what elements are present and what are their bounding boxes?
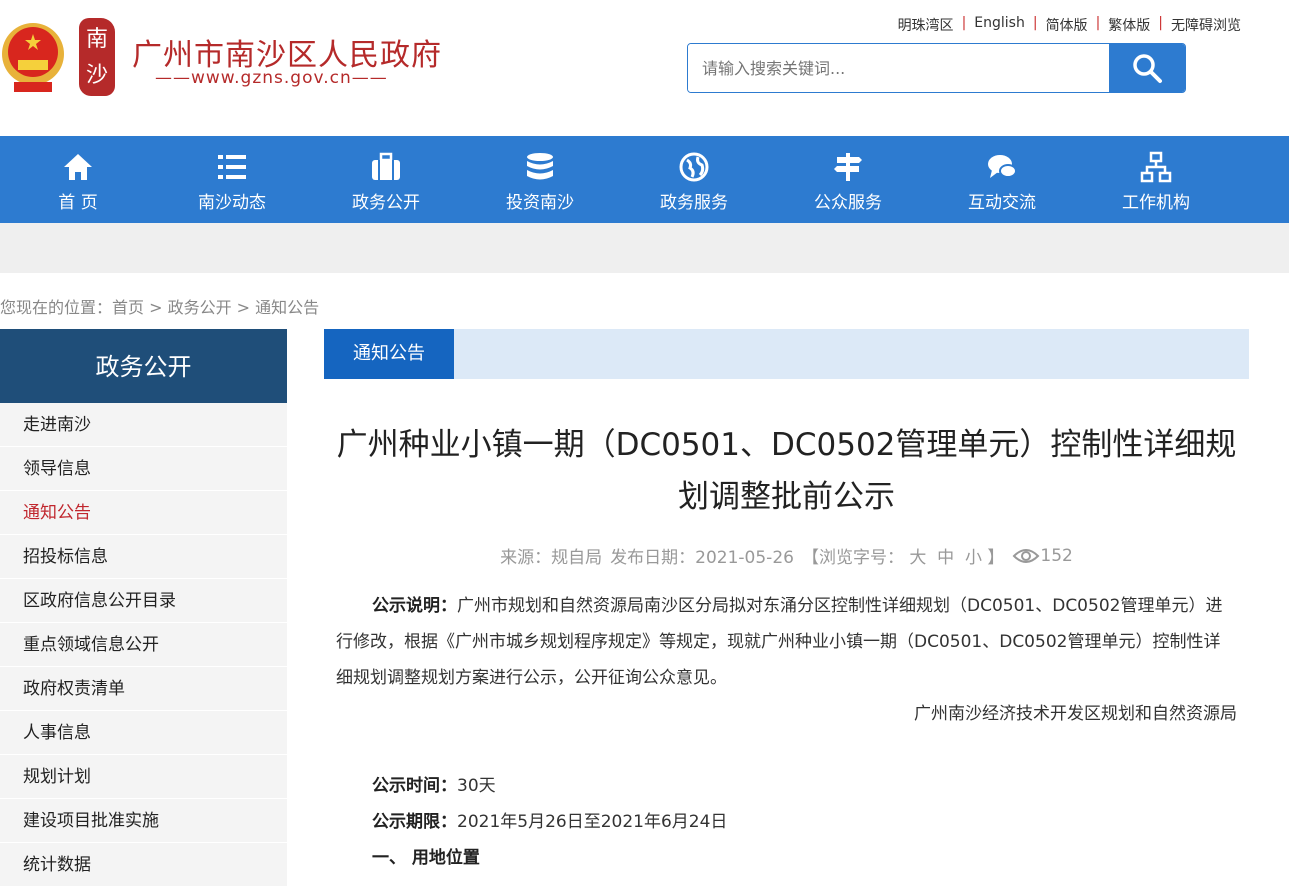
font-large-button[interactable]: 大 [909, 548, 926, 568]
font-small-button[interactable]: 小 [965, 548, 982, 568]
sidebar-item[interactable]: 重点领域信息公开 [0, 623, 287, 667]
tab-notices[interactable]: 通知公告 [324, 329, 454, 379]
nav-label: 工作机构 [1122, 193, 1190, 213]
eye-icon [1012, 548, 1040, 563]
section-heading: 一、 用地位置 [372, 848, 480, 868]
sidebar-item[interactable]: 区政府信息公开目录 [0, 579, 287, 623]
time-value: 30天 [457, 776, 496, 796]
search-box [687, 43, 1186, 93]
nav-item-0[interactable]: 首 页 [1, 136, 155, 223]
nav-label: 南沙动态 [198, 193, 266, 213]
sidebar-item[interactable]: 招投标信息 [0, 535, 287, 579]
sidebar-item[interactable]: 领导信息 [0, 447, 287, 491]
globe-icon [679, 152, 709, 182]
nav-label: 首 页 [58, 193, 98, 213]
link-english[interactable]: English [966, 15, 1033, 35]
nav-item-1[interactable]: 南沙动态 [155, 136, 309, 223]
link-simplified[interactable]: 简体版 [1038, 15, 1096, 35]
breadcrumb: 您现在的位置：首页 > 政务公开 > 通知公告 [0, 298, 320, 317]
desc-label: 公示说明： [372, 596, 457, 616]
nav-item-6[interactable]: 互动交流 [925, 136, 1079, 223]
nav-label: 政务服务 [660, 193, 728, 213]
sidebar-item[interactable]: 政府权责清单 [0, 667, 287, 711]
nav-item-7[interactable]: 工作机构 [1079, 136, 1233, 223]
period-value: 2021年5月26日至2021年6月24日 [457, 812, 728, 832]
link-accessibility[interactable]: 无障碍浏览 [1163, 15, 1249, 35]
sidebar-title: 政务公开 [0, 329, 287, 403]
article: 通知公告 广州种业小镇一期（DC0501、DC0502管理单元）控制性详细规划调… [324, 329, 1249, 876]
description: 广州市规划和自然资源局南沙区分局拟对东涌分区控制性详细规划（DC0501、DC0… [336, 596, 1223, 688]
sidebar-item[interactable]: 规划计划 [0, 755, 287, 799]
header: 南沙 广州市南沙区人民政府 ——www.gzns.gov.cn—— 明珠湾区 | … [0, 0, 1289, 136]
article-title: 广州种业小镇一期（DC0501、DC0502管理单元）控制性详细规划调整批前公示 [336, 427, 1237, 515]
link-traditional[interactable]: 繁体版 [1100, 15, 1158, 35]
section-tab-bar: 通知公告 [324, 329, 1249, 379]
source: 来源：规自局 [500, 548, 603, 568]
sidebar-item[interactable]: 通知公告 [0, 491, 287, 535]
sidebar-item[interactable]: 统计数据 [0, 843, 287, 887]
main-nav: 首 页 南沙动态 政务公开 投资南沙 政务服务 公众服务 互动交流 工作机构 [0, 136, 1289, 223]
nansha-seal-logo: 南沙 [79, 18, 115, 96]
signpost-icon [834, 153, 862, 181]
site-url: ——www.gzns.gov.cn—— [155, 68, 388, 88]
briefcase-icon [372, 152, 400, 180]
chat-icon [988, 155, 1017, 178]
sidebar-item[interactable]: 走进南沙 [0, 403, 287, 447]
article-meta: 来源：规自局 发布日期：2021-05-26 【浏览字号： 大 中 小 】 15… [324, 543, 1249, 569]
time-label: 公示时间： [372, 776, 457, 796]
sidebar: 政务公开 走进南沙 领导信息 通知公告 招投标信息 区政府信息公开目录 重点领域信息公开政… [0, 329, 287, 887]
nav-label: 政务公开 [352, 193, 420, 213]
font-medium-button[interactable]: 中 [937, 548, 954, 568]
nav-item-2[interactable]: 政务公开 [309, 136, 463, 223]
banner-strip [0, 223, 1289, 273]
nav-label: 公众服务 [814, 193, 882, 213]
nav-label: 互动交流 [968, 193, 1036, 213]
sidebar-item[interactable]: 人事信息 [0, 711, 287, 755]
sidebar-item[interactable]: 建设项目批准实施 [0, 799, 287, 843]
bracket: 】 [987, 548, 1005, 568]
view-count: 152 [1040, 545, 1073, 566]
publish-date: 发布日期：2021-05-26 [610, 548, 794, 568]
nav-item-5[interactable]: 公众服务 [771, 136, 925, 223]
list-icon [218, 155, 246, 179]
top-links: 明珠湾区 | English | 简体版 | 繁体版 | 无障碍浏览 [890, 15, 1249, 35]
home-icon [64, 154, 92, 180]
font-size-label: 【浏览字号： [801, 548, 904, 568]
search-icon [1133, 54, 1162, 83]
period-label: 公示期限： [372, 812, 457, 832]
org-chart-icon [1140, 151, 1172, 183]
search-button[interactable] [1109, 44, 1185, 92]
nav-item-3[interactable]: 投资南沙 [463, 136, 617, 223]
database-icon [527, 153, 553, 180]
nav-label: 投资南沙 [506, 193, 574, 213]
link-mingzhu-bay[interactable]: 明珠湾区 [890, 15, 962, 35]
national-emblem-icon [2, 23, 64, 92]
search-input[interactable] [688, 44, 1108, 92]
article-body: 公示说明：广州市规划和自然资源局南沙区分局拟对东涌分区控制性详细规划（DC050… [324, 588, 1249, 876]
nav-item-4[interactable]: 政务服务 [617, 136, 771, 223]
signature: 广州南沙经济技术开发区规划和自然资源局 [914, 704, 1237, 724]
